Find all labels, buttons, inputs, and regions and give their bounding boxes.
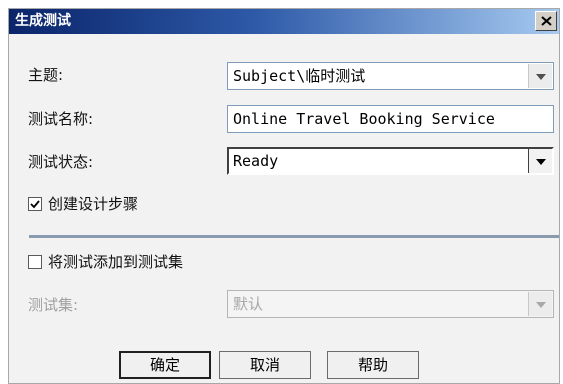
chevron-down-icon [536,302,546,308]
test-name-input[interactable]: Online Travel Booking Service [227,105,554,133]
test-set-label: 测试集: [28,296,79,314]
cancel-button[interactable]: 取消 [219,351,311,379]
close-icon [541,16,552,26]
chevron-down-icon [536,159,546,165]
subject-combobox[interactable]: Subject\临时测试 [227,62,554,90]
test-set-value: 默认 [233,295,264,313]
close-button[interactable] [535,11,557,31]
dialog-title: 生成测试 [15,13,71,29]
test-status-combobox[interactable]: Ready [227,147,554,175]
test-status-value: Ready [233,152,279,170]
test-set-combobox[interactable]: 默认 [227,290,554,318]
create-design-steps-checkbox[interactable] [28,197,42,211]
add-to-test-set-label: 将测试添加到测试集 [48,253,184,271]
ok-button[interactable]: 确定 [119,351,211,379]
subject-dropdown-button[interactable] [528,64,552,88]
subject-label: 主题: [28,66,64,84]
test-status-label: 测试状态: [28,153,94,171]
section-divider [29,235,559,238]
test-name-label: 测试名称: [28,110,94,128]
help-button[interactable]: 帮助 [327,351,419,379]
test-name-value: Online Travel Booking Service [233,110,495,128]
title-bar[interactable]: 生成测试 [9,9,559,34]
create-design-steps-label: 创建设计步骤 [48,195,139,213]
subject-value: Subject\临时测试 [233,67,366,85]
checkmark-icon [30,200,40,209]
test-set-dropdown-button[interactable] [528,292,552,316]
test-status-dropdown-button[interactable] [528,149,552,173]
chevron-down-icon [536,74,546,80]
generate-test-dialog: 生成测试 主题: Subject\临时测试 测试名称: Online Trave… [8,8,560,384]
add-to-test-set-checkbox[interactable] [28,255,42,269]
